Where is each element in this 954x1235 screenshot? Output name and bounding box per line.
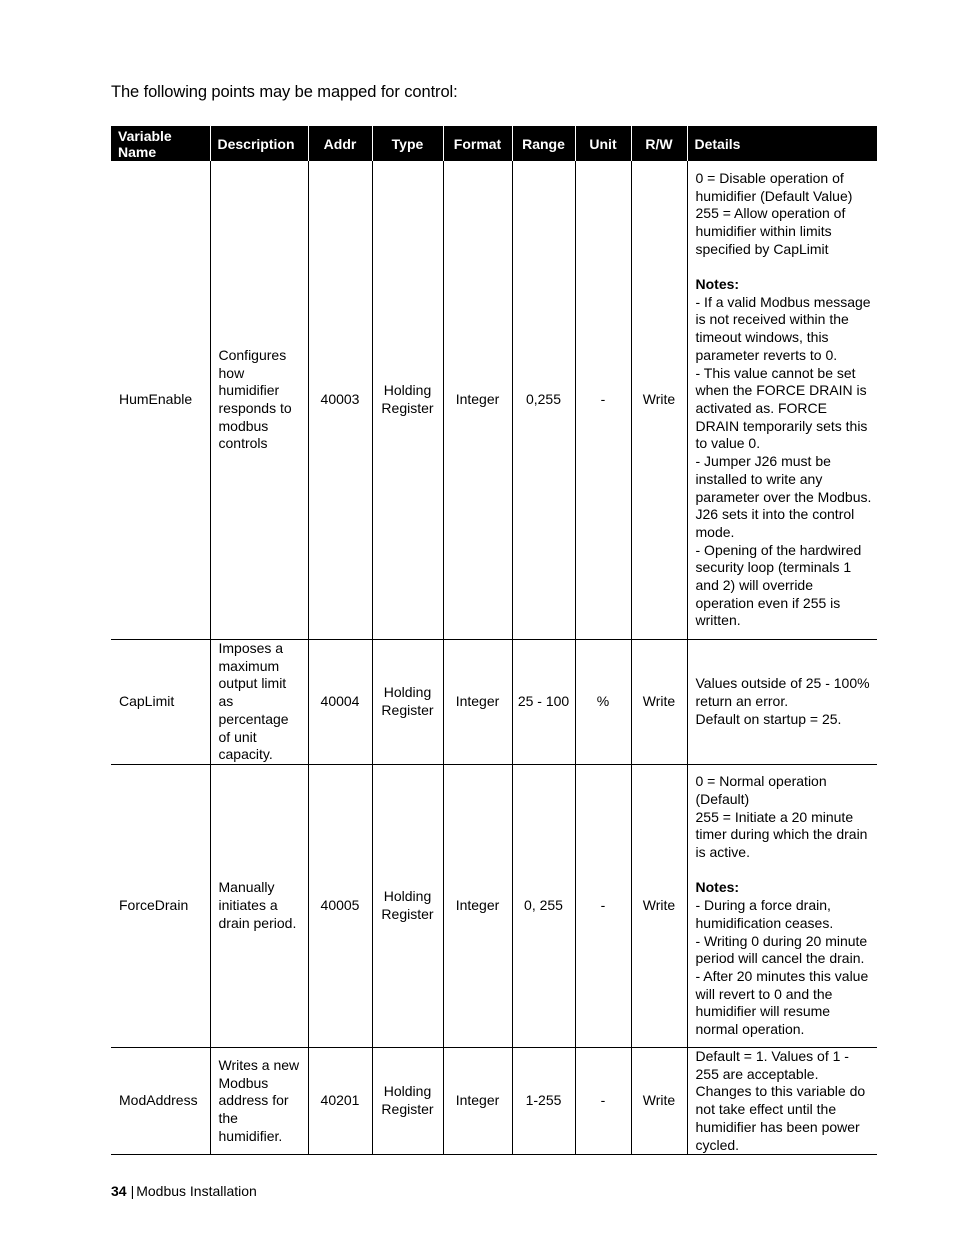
cell-description: Manually initiates a drain period.	[209, 764, 309, 1048]
table-header-row: Variable Name Description Addr Type Form…	[111, 126, 877, 161]
cell-variable-name: ModAddress	[111, 1047, 211, 1156]
control-points-table: Variable Name Description Addr Type Form…	[111, 126, 877, 1156]
cell-description: Configures how humidifier responds to mo…	[209, 161, 309, 640]
cell-rw: Write	[630, 764, 688, 1048]
cell-type: Holding Register	[371, 161, 444, 640]
cell-range: 0, 255	[511, 764, 576, 1048]
cell-range: 1-255	[511, 1047, 576, 1156]
cell-rw: Write	[630, 639, 688, 765]
details-line: 255 = Allow operation of humidifier with…	[695, 205, 846, 257]
cell-details: Default = 1. Values of 1 - 255 are accep…	[686, 1047, 877, 1156]
note-item: - Writing 0 during 20 minute period will…	[695, 932, 868, 967]
cell-rw: Write	[630, 1047, 688, 1156]
notes-label: Notes:	[695, 879, 740, 896]
details-line: 0 = Normal operation (Default)	[695, 773, 827, 807]
details-line: Values outside of 25 - 100% return an er…	[695, 675, 870, 710]
header-variable-name: Variable Name	[111, 126, 211, 161]
note-item: - Jumper J26 must be installed to write …	[695, 453, 872, 540]
details-line: 255 = Initiate a 20 minute timer during …	[695, 808, 868, 861]
table-row: CapLimit Imposes a maximum output limit …	[111, 639, 877, 765]
cell-range: 25 - 100	[511, 639, 576, 765]
note-item: - Opening of the hardwired security loop…	[695, 541, 862, 629]
table-row: ModAddress Writes a new Modbus address f…	[111, 1047, 877, 1156]
cell-description: Imposes a maximum output limit as percen…	[209, 639, 309, 765]
cell-rw: Write	[630, 161, 688, 640]
cell-addr: 40005	[307, 764, 373, 1048]
details-line: Default on startup = 25.	[695, 710, 842, 727]
cell-unit: %	[574, 639, 632, 765]
page-footer: 34 | Modbus Installation	[111, 1183, 257, 1199]
footer-section-title: Modbus Installation	[136, 1183, 257, 1199]
cell-range: 0,255	[511, 161, 576, 640]
notes-label: Notes:	[695, 276, 740, 293]
cell-unit: -	[574, 764, 632, 1048]
cell-unit: -	[574, 1047, 632, 1156]
cell-format: Integer	[442, 764, 513, 1048]
header-details: Details	[686, 126, 877, 161]
note-item: - During a force drain, humidification c…	[695, 897, 834, 931]
table-row: ForceDrain Manually initiates a drain pe…	[111, 764, 877, 1048]
details-line: Default = 1. Values of 1 - 255 are accep…	[695, 1048, 866, 1153]
header-type: Type	[371, 126, 444, 161]
cell-variable-name: CapLimit	[111, 639, 211, 765]
note-item: - This value cannot be set when the FORC…	[695, 364, 868, 452]
cell-addr: 40004	[307, 639, 373, 765]
header-range: Range	[511, 126, 576, 161]
note-item: - After 20 minutes this value will rever…	[695, 967, 869, 1038]
cell-type: Holding Register	[371, 1047, 444, 1156]
header-rw: R/W	[630, 126, 688, 161]
cell-details: 0 = Normal operation (Default) 255 = Ini…	[686, 764, 877, 1048]
page-number: 34	[111, 1183, 127, 1199]
cell-format: Integer	[442, 161, 513, 640]
cell-addr: 40003	[307, 161, 373, 640]
cell-description: Writes a new Modbus address for the humi…	[209, 1047, 309, 1156]
cell-details: Values outside of 25 - 100% return an er…	[686, 639, 877, 765]
intro-text: The following points may be mapped for c…	[111, 83, 458, 101]
cell-format: Integer	[442, 1047, 513, 1156]
cell-type: Holding Register	[371, 764, 444, 1048]
table-row: HumEnable Configures how humidifier resp…	[111, 161, 877, 640]
cell-unit: -	[574, 161, 632, 640]
cell-variable-name: ForceDrain	[111, 764, 211, 1048]
header-addr: Addr	[307, 126, 373, 161]
details-line: 0 = Disable operation of humidifier (Def…	[695, 169, 853, 204]
note-item: - If a valid Modbus message is not recei…	[695, 293, 871, 363]
header-description: Description	[209, 126, 309, 161]
cell-type: Holding Register	[371, 639, 444, 765]
footer-separator: |	[130, 1183, 135, 1199]
cell-addr: 40201	[307, 1047, 373, 1156]
header-unit: Unit	[574, 126, 632, 161]
cell-details: 0 = Disable operation of humidifier (Def…	[686, 161, 877, 640]
cell-variable-name: HumEnable	[111, 161, 211, 640]
cell-format: Integer	[442, 639, 513, 765]
header-format: Format	[442, 126, 513, 161]
